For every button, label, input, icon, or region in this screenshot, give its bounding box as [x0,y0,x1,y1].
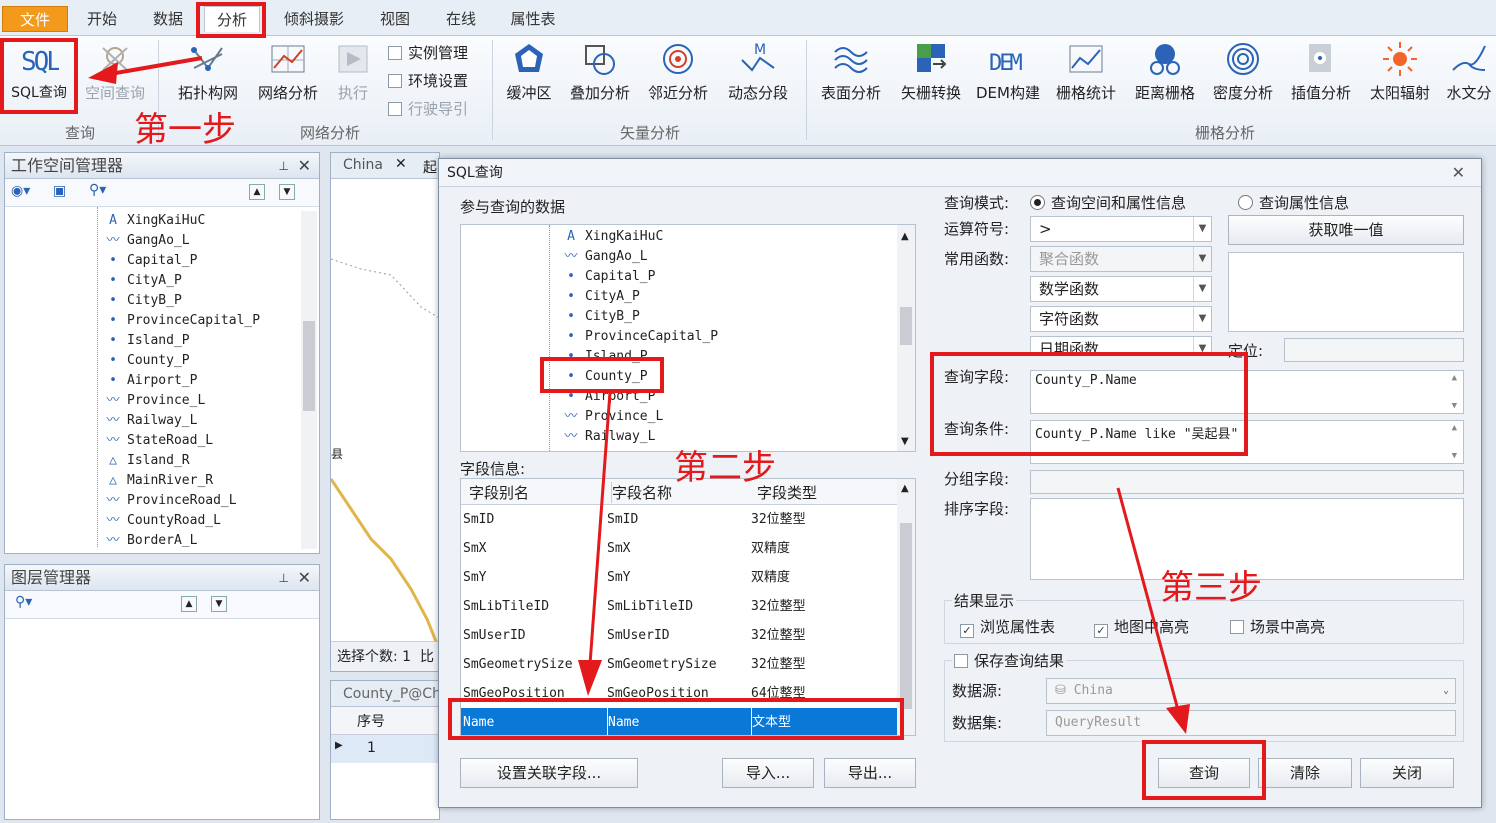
annotation-step1: 第一步 [134,110,236,150]
annotation-step3: 第三步 [1160,568,1262,608]
annotation-step2: 第二步 [674,448,776,488]
